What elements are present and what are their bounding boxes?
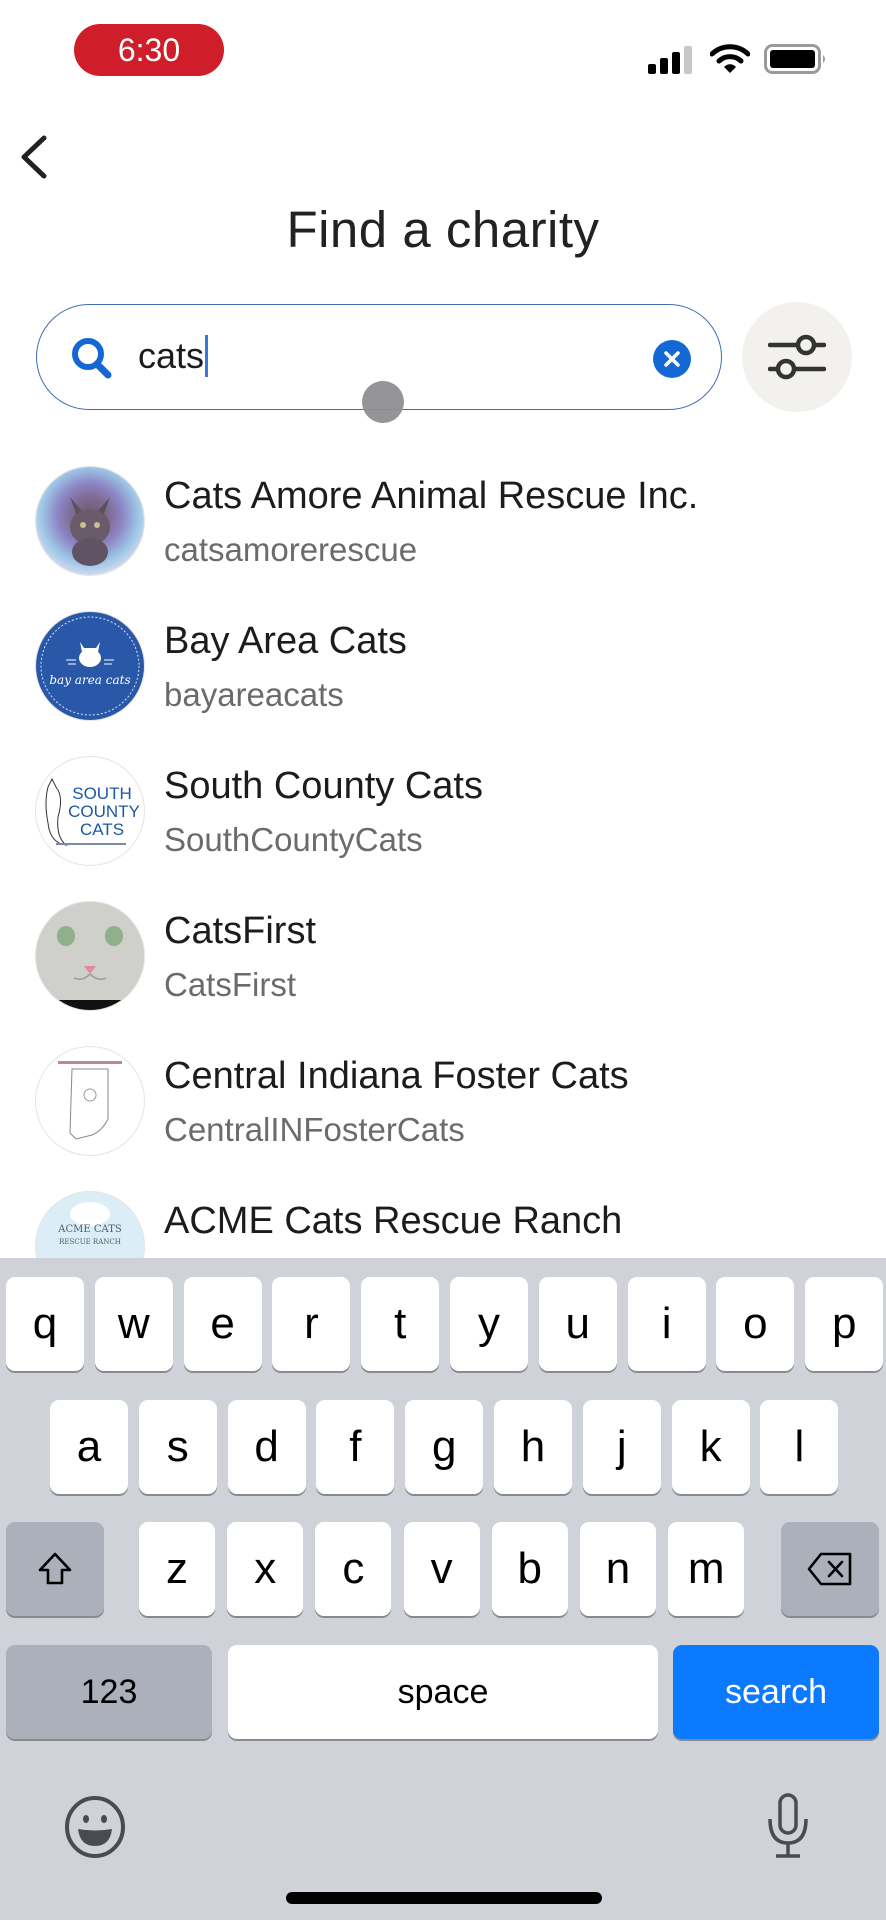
charity-avatar: [36, 902, 144, 1010]
key-s[interactable]: s: [138, 1400, 217, 1494]
avatar-text-line-1: ACME CATS: [57, 1224, 122, 1235]
keyboard: qwertyuiop asdfghjkl zxcvbnm 123 space s…: [0, 1258, 886, 1920]
key-y[interactable]: y: [450, 1277, 528, 1371]
key-h[interactable]: h: [494, 1400, 572, 1494]
key-g[interactable]: g: [405, 1400, 484, 1494]
charity-handle: CatsFirst: [164, 966, 296, 1003]
wifi-icon: [710, 44, 750, 73]
page-title: Find a charity: [286, 201, 600, 258]
microphone-icon[interactable]: [766, 1793, 810, 1861]
battery-icon: [764, 44, 825, 74]
backspace-icon: [807, 1552, 852, 1586]
key-l[interactable]: l: [760, 1400, 839, 1494]
text-caret: [205, 335, 209, 377]
key-c[interactable]: c: [315, 1522, 392, 1616]
key-t[interactable]: t: [361, 1277, 440, 1371]
text-selection-handle[interactable]: [362, 381, 404, 423]
key-u[interactable]: u: [538, 1277, 617, 1371]
shift-icon: [38, 1552, 72, 1585]
charity-name: Cats Amore Animal Rescue Inc.: [164, 475, 699, 517]
avatar-text-line-2: COUNTY: [68, 802, 140, 821]
charity-list-item[interactable]: CatsFirst CatsFirst: [0, 890, 886, 1035]
charity-name: South County Cats: [164, 765, 483, 807]
key-m[interactable]: m: [668, 1522, 745, 1616]
south-county-cats-logo-icon: SOUTH COUNTY CATS: [45, 777, 140, 846]
clear-search-button[interactable]: [653, 340, 691, 378]
avatar-text: bay area cats: [49, 673, 130, 687]
key-x[interactable]: x: [227, 1522, 304, 1616]
avatar-text-line-2: RESCUE RANCH: [59, 1238, 121, 1246]
key-a[interactable]: a: [50, 1400, 128, 1494]
key-o[interactable]: o: [716, 1277, 795, 1371]
search-icon: [72, 338, 112, 379]
status-time: 6:30: [74, 24, 224, 76]
home-indicator[interactable]: [286, 1892, 602, 1904]
clear-circle-icon: [664, 351, 680, 367]
charity-name: ACME Cats Rescue Ranch: [164, 1200, 623, 1242]
charity-avatar: SOUTH COUNTY CATS: [36, 757, 144, 865]
avatar-text-line-1: SOUTH: [72, 784, 132, 803]
key-q[interactable]: q: [6, 1277, 84, 1371]
chevron-left-icon: [21, 135, 47, 179]
charity-handle: catsamorerescue: [164, 531, 418, 568]
key-z[interactable]: z: [139, 1522, 215, 1616]
charity-handle: CentralINFosterCats: [164, 1111, 465, 1148]
key-w[interactable]: w: [94, 1277, 173, 1371]
key-i[interactable]: i: [627, 1277, 706, 1371]
indiana-map-logo-icon: [58, 1061, 122, 1140]
charity-list-item[interactable]: Cats Amore Animal Rescue Inc. catsamorer…: [0, 455, 886, 600]
key-e[interactable]: e: [183, 1277, 262, 1371]
key-p[interactable]: p: [805, 1277, 884, 1371]
key-j[interactable]: j: [582, 1400, 661, 1494]
delete-key[interactable]: [781, 1522, 879, 1616]
key-d[interactable]: d: [227, 1400, 306, 1494]
emoji-icon[interactable]: [64, 1796, 126, 1858]
cellular-signal-icon: [648, 46, 692, 74]
charity-list-item[interactable]: bay area cats Bay Area Cats bayareacats: [0, 600, 886, 745]
charity-name: Bay Area Cats: [164, 620, 407, 662]
charity-list-item[interactable]: SOUTH COUNTY CATS South County Cats Sout…: [0, 745, 886, 890]
charity-name: Central Indiana Foster Cats: [164, 1055, 629, 1097]
key-n[interactable]: n: [580, 1522, 656, 1616]
sliders-icon: [768, 334, 826, 380]
numbers-key[interactable]: 123: [6, 1645, 212, 1739]
key-r[interactable]: r: [272, 1277, 351, 1371]
avatar-text-line-3: CATS: [80, 820, 124, 839]
key-v[interactable]: v: [403, 1522, 480, 1616]
key-f[interactable]: f: [316, 1400, 395, 1494]
filter-button[interactable]: [742, 302, 852, 412]
search-input-value: cats: [138, 335, 205, 376]
charity-avatar: bay area cats: [36, 612, 144, 720]
key-b[interactable]: b: [491, 1522, 568, 1616]
charity-handle: bayareacats: [164, 676, 344, 713]
key-k[interactable]: k: [671, 1400, 750, 1494]
kitten-photo-icon: [70, 497, 110, 566]
shift-key[interactable]: [6, 1522, 104, 1616]
back-button[interactable]: [16, 130, 56, 184]
white-cat-painting-icon: [36, 902, 144, 1010]
space-key[interactable]: space: [228, 1645, 658, 1739]
charity-avatar: [36, 1047, 144, 1155]
charity-avatar: [36, 467, 144, 575]
search-input[interactable]: cats: [138, 334, 209, 378]
bay-area-cats-logo-icon: bay area cats: [40, 616, 140, 716]
search-key[interactable]: search: [673, 1645, 879, 1739]
charity-list-item[interactable]: Central Indiana Foster Cats CentralINFos…: [0, 1035, 886, 1180]
charity-name: CatsFirst: [164, 910, 316, 952]
charity-handle: SouthCountyCats: [164, 821, 423, 858]
